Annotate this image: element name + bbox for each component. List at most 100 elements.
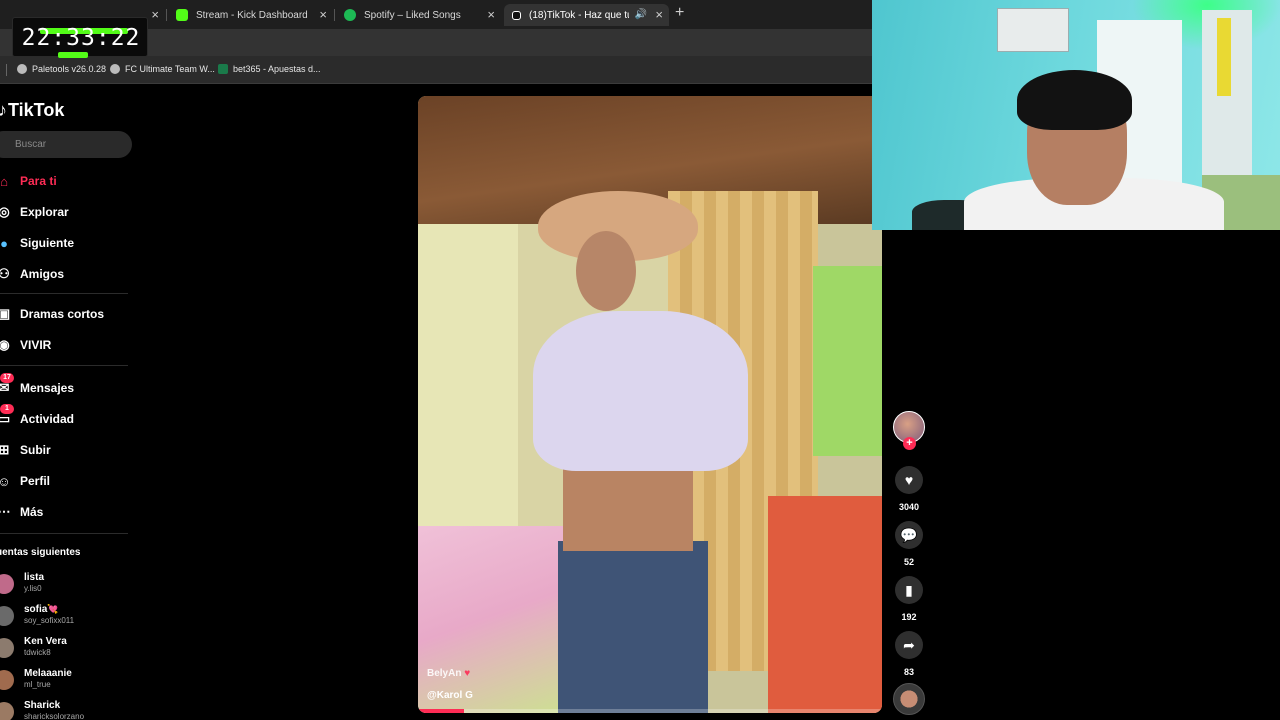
activity-badge: 1 [0,404,14,414]
video-scene-table [768,496,882,713]
video-person-head [576,231,636,311]
browser-tab-4[interactable]: (18)TikTok - Haz que tu día 🔊 × [504,4,669,26]
speaker-icon[interactable]: 🔊 [635,9,647,20]
nav-label: Más [20,505,44,519]
avatar [0,702,14,720]
author-text: BelyAn [427,668,462,679]
video-player[interactable]: BelyAn ♥ @Karol G [418,96,882,713]
account-name-text: sofia [24,604,48,615]
video-person-shirt [533,311,748,471]
like-button[interactable]: ♥ [895,466,923,494]
compass-icon: ◎ [0,204,10,219]
video-person-jeans [558,541,708,713]
nav-label: Subir [20,443,51,457]
webcam-banner [1217,18,1231,96]
bookmark-label: bet365 - Apuestas d... [233,64,321,74]
browser-tab-2[interactable]: Stream - Kick Dashboard × [168,4,333,26]
save-button[interactable]: ▮ [895,576,923,604]
close-tab-icon[interactable]: × [319,7,327,22]
follow-button[interactable]: + [903,437,916,450]
bookmark-fc-ultimate-team[interactable]: FC Ultimate Team W... [110,64,215,74]
comment-button[interactable]: 💬 [895,521,923,549]
sidebar-divider [0,365,128,366]
avatar [0,574,14,594]
account-handle: y.lis0 [24,584,42,593]
friends-icon: ⚇ [0,266,10,281]
account-name: Melaaanie [24,668,72,679]
video-scene-cloth [813,266,882,456]
account-name: Ken Vera [24,636,67,647]
bookmark-label: Paletools v26.0.28 [32,64,107,74]
heart-icon: ♥ [464,668,471,679]
messages-badge: 17 [0,373,14,383]
webcam-overlay [872,0,1280,230]
nav-label: Siguiente [20,236,75,250]
search-input[interactable]: Buscar [0,131,132,158]
account-handle: sharicksolorzano [24,712,85,720]
bookmark-label: FC Ultimate Team W... [125,64,215,74]
video-handle-overlay[interactable]: @Karol G [427,690,473,701]
close-tab-icon[interactable]: × [151,7,159,22]
video-progress-fill [418,709,465,713]
globe-icon [110,64,120,74]
account-handle: ml_true [24,680,51,689]
video-progress-bar[interactable] [418,709,882,713]
sidebar-divider [0,293,128,294]
stream-clock-overlay: 22:33:22 [12,17,148,57]
heart-emoji-icon: 💘 [47,604,59,614]
logo-text: TikTok [8,100,65,120]
nav-label: Para ti [20,174,57,188]
profile-icon: ☺ [0,473,11,489]
bookmark-paletools[interactable]: Paletools v26.0.28 [17,64,106,74]
tiktok-note-icon: ♪ [0,100,7,120]
kick-tag [58,52,88,58]
save-count: 192 [901,612,917,622]
nav-label: Dramas cortos [20,307,105,321]
sidebar-divider [0,533,128,534]
new-tab-button[interactable]: + [675,4,684,22]
search-placeholder: Buscar [15,139,47,150]
share-icon: ➦ [903,636,915,653]
account-handle: soy_sofixx011 [24,616,75,625]
bookmarks-bar: Paletools v26.0.28 FC Ultimate Team W...… [0,56,872,84]
comment-icon: 💬 [900,526,918,543]
tiktok-icon [512,10,521,20]
nav-label: Perfil [20,474,51,488]
avatar [0,606,14,626]
avatar [0,638,14,658]
account-name: lista [24,572,45,583]
account-handle: tdwick8 [24,648,51,657]
bookmark-bet365[interactable]: bet365 - Apuestas d... [218,64,321,74]
following-icon: ● [0,235,8,251]
music-disc-icon[interactable] [893,683,925,715]
tab-separator [166,9,167,21]
close-tab-icon[interactable]: × [487,7,495,22]
share-button[interactable]: ➦ [895,631,923,659]
globe-icon [17,64,27,74]
following-section-title: uentas siguientes [0,547,81,558]
nav-label: Actividad [20,412,75,426]
bet365-icon [218,64,228,74]
account-name: sofia💘 [24,604,59,615]
share-count: 83 [903,667,914,677]
tab-title: Stream - Kick Dashboard [196,9,308,21]
nav-label: Mensajes [20,381,75,395]
webcam-streamer-hair [1017,70,1132,130]
browser-tab-3[interactable]: Spotify – Liked Songs × [336,4,501,26]
heart-icon: ♥ [904,472,914,488]
tab-title: Spotify – Liked Songs [364,9,461,21]
account-name: Sharick [24,700,61,711]
live-icon: ◉ [0,337,10,352]
video-author-overlay: BelyAn ♥ [427,668,470,679]
nav-label: VIVIR [20,338,52,352]
tiktok-logo[interactable]: ♪ TikTok [0,100,64,121]
bookmark-separator [6,64,7,76]
kick-icon [176,9,188,21]
clock-time: 22:33:22 [21,25,141,51]
spotify-icon [344,9,356,21]
close-tab-icon[interactable]: × [655,7,663,22]
comment-count: 52 [903,557,914,567]
like-count: 3040 [898,502,920,512]
upload-icon: ⊞ [0,442,10,457]
nav-label: Amigos [20,267,65,281]
